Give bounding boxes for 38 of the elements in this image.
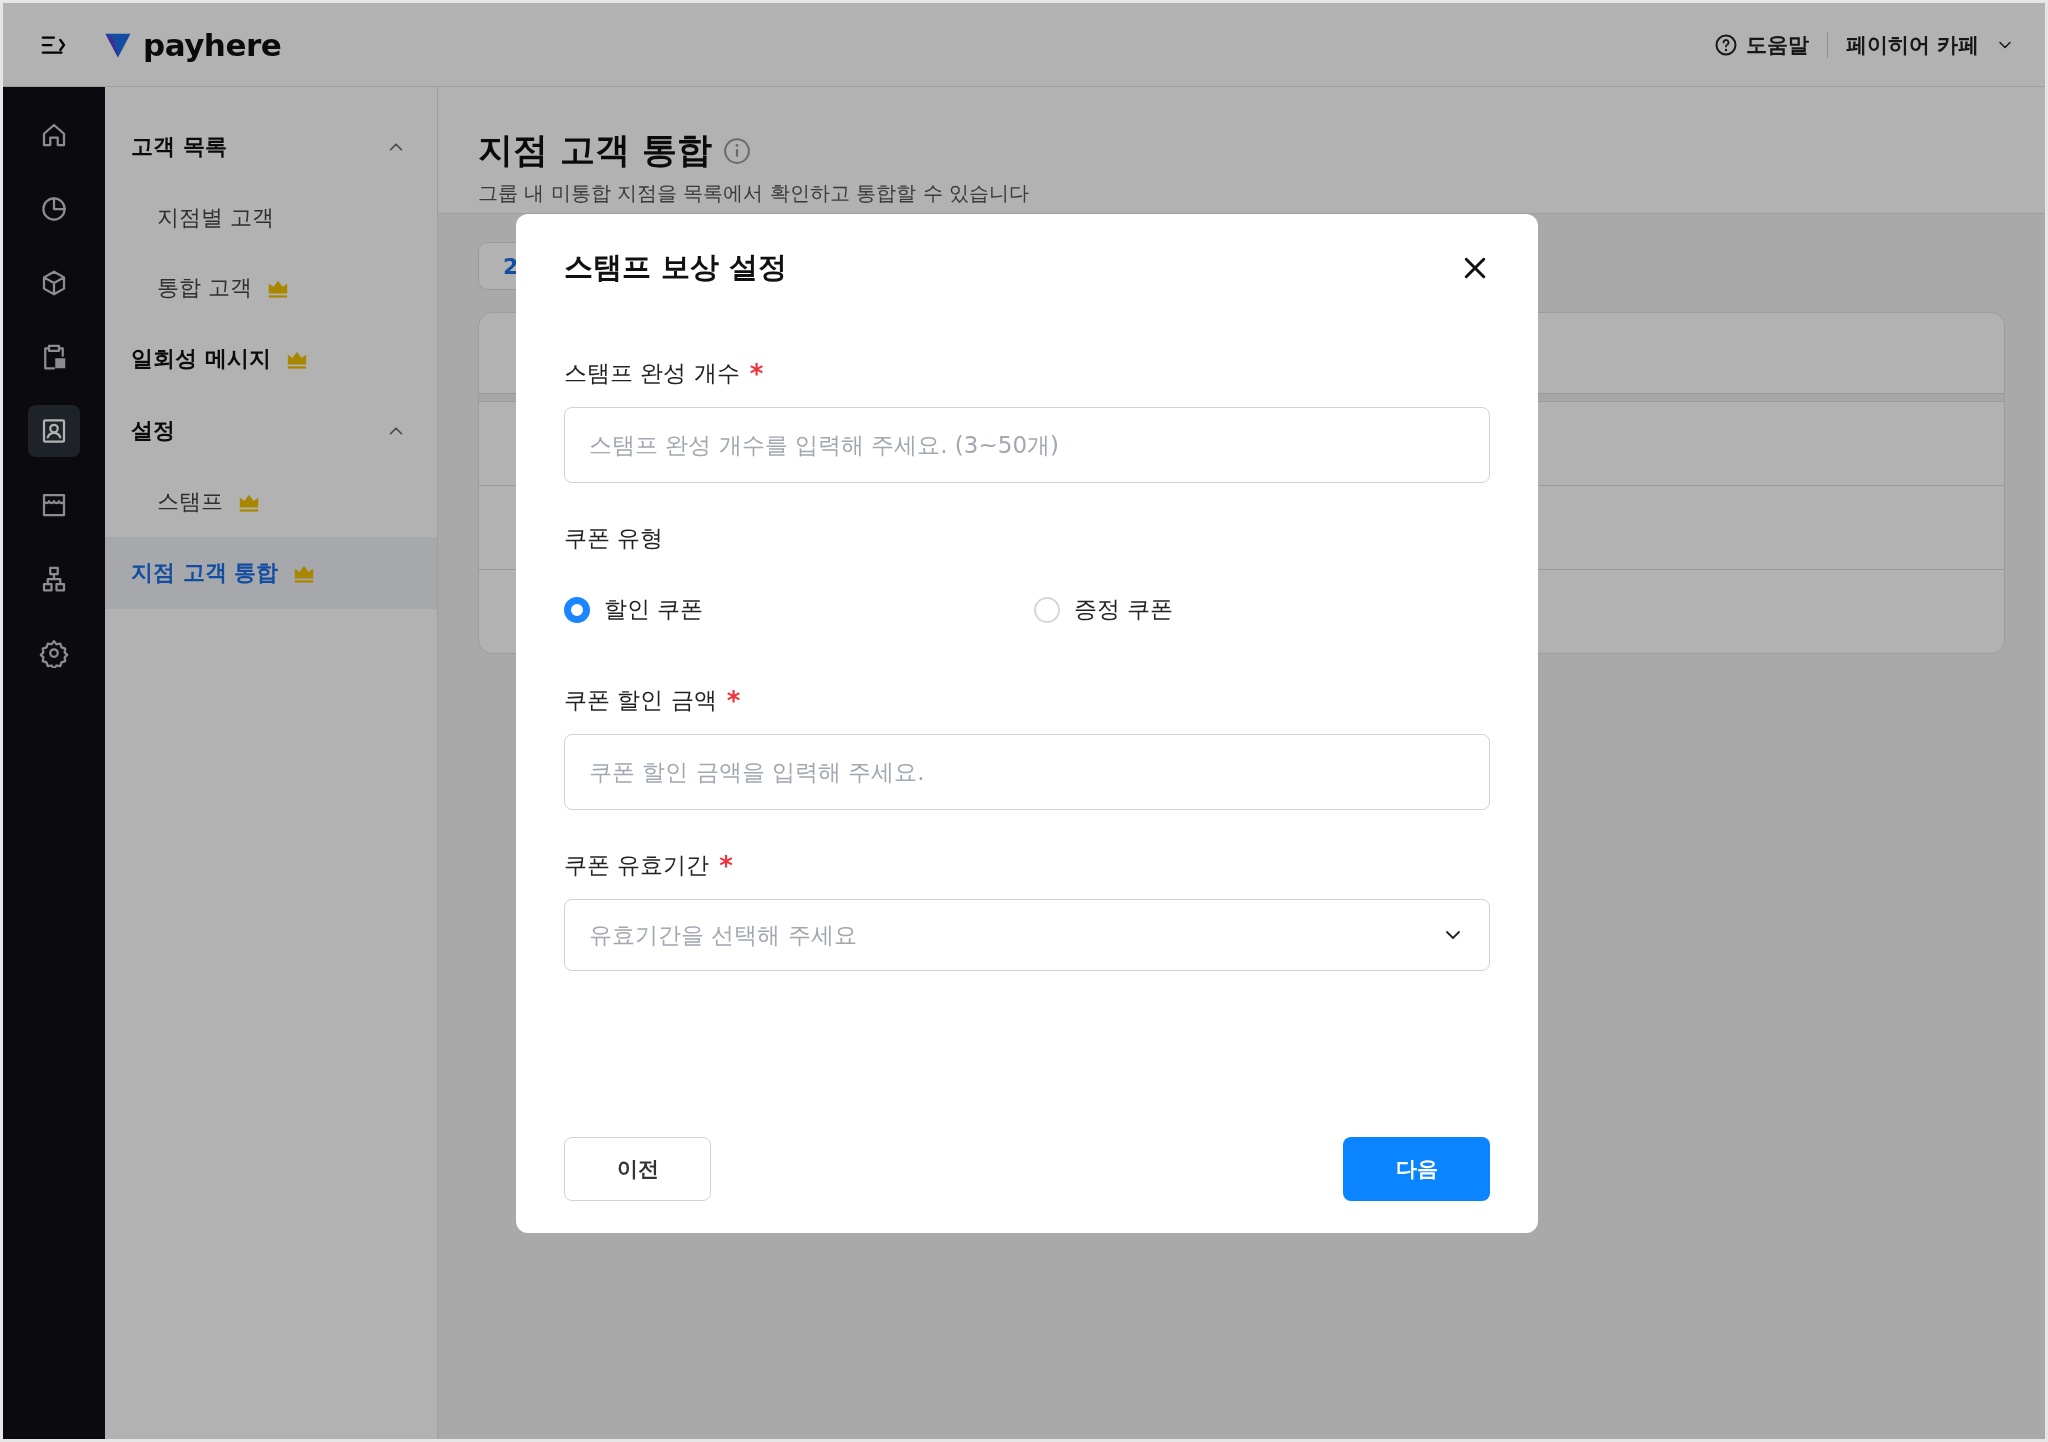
sidebar-item-label: 고객 목록 (131, 133, 227, 161)
sidebar-item-label: 일회성 메시지 (131, 345, 271, 373)
sidebar-item[interactable]: 일회성 메시지 (105, 323, 437, 395)
settings-icon (39, 638, 69, 668)
help-link[interactable]: 도움말 (1713, 30, 1809, 59)
required-mark: * (719, 850, 733, 881)
page-subtitle: 그룹 내 미통합 지점을 목록에서 확인하고 통합할 수 있습니다 (478, 180, 1030, 207)
info-icon[interactable] (722, 135, 753, 166)
page-title: 지점 고객 통합 (478, 129, 713, 172)
input-field[interactable]: 스탬프 완성 개수를 입력해 주세요. (3~50개) (564, 407, 1490, 483)
sidebar-item-label: 지점 고객 통합 (131, 559, 279, 587)
input-field[interactable]: 쿠폰 할인 금액을 입력해 주세요. (564, 734, 1490, 810)
required-mark: * (726, 685, 741, 716)
field-label: 쿠폰 할인 금액 (564, 686, 717, 715)
brand-name: payhere (143, 26, 282, 63)
store-selector[interactable]: 페이히어 카페 (1845, 30, 2015, 59)
sidebar-item[interactable]: 스탬프 (105, 467, 437, 537)
sidebar-item-label: 설정 (131, 417, 175, 445)
sidebar-item[interactable]: 고객 목록 (105, 111, 437, 183)
radio-option[interactable]: 증정 쿠폰 (1034, 594, 1490, 625)
help-icon (1713, 32, 1738, 57)
nav-rail-item[interactable] (28, 405, 80, 457)
sidebar-item-label: 스탬프 (157, 488, 223, 516)
radio-option[interactable]: 할인 쿠폰 (564, 594, 1034, 625)
sidebar-item[interactable]: 통합 고객 (105, 253, 437, 323)
next-button[interactable]: 다음 (1343, 1137, 1490, 1201)
sidebar-item[interactable]: 설정 (105, 395, 437, 467)
radio-button[interactable] (564, 596, 590, 623)
required-mark: * (749, 358, 764, 389)
sidebar-item-label: 지점별 고객 (157, 204, 274, 232)
modal-title: 스탬프 보상 설정 (564, 249, 788, 286)
pie-chart-icon (39, 194, 69, 224)
previous-button[interactable]: 이전 (564, 1137, 711, 1201)
sidebar-item[interactable]: 지점별 고객 (105, 183, 437, 253)
field-label: 쿠폰 유형 (564, 524, 664, 553)
field-label: 스탬프 완성 개수 (564, 359, 740, 388)
sidebar-item-label: 통합 고객 (157, 274, 252, 302)
field-label: 쿠폰 유효기간 (564, 851, 710, 880)
